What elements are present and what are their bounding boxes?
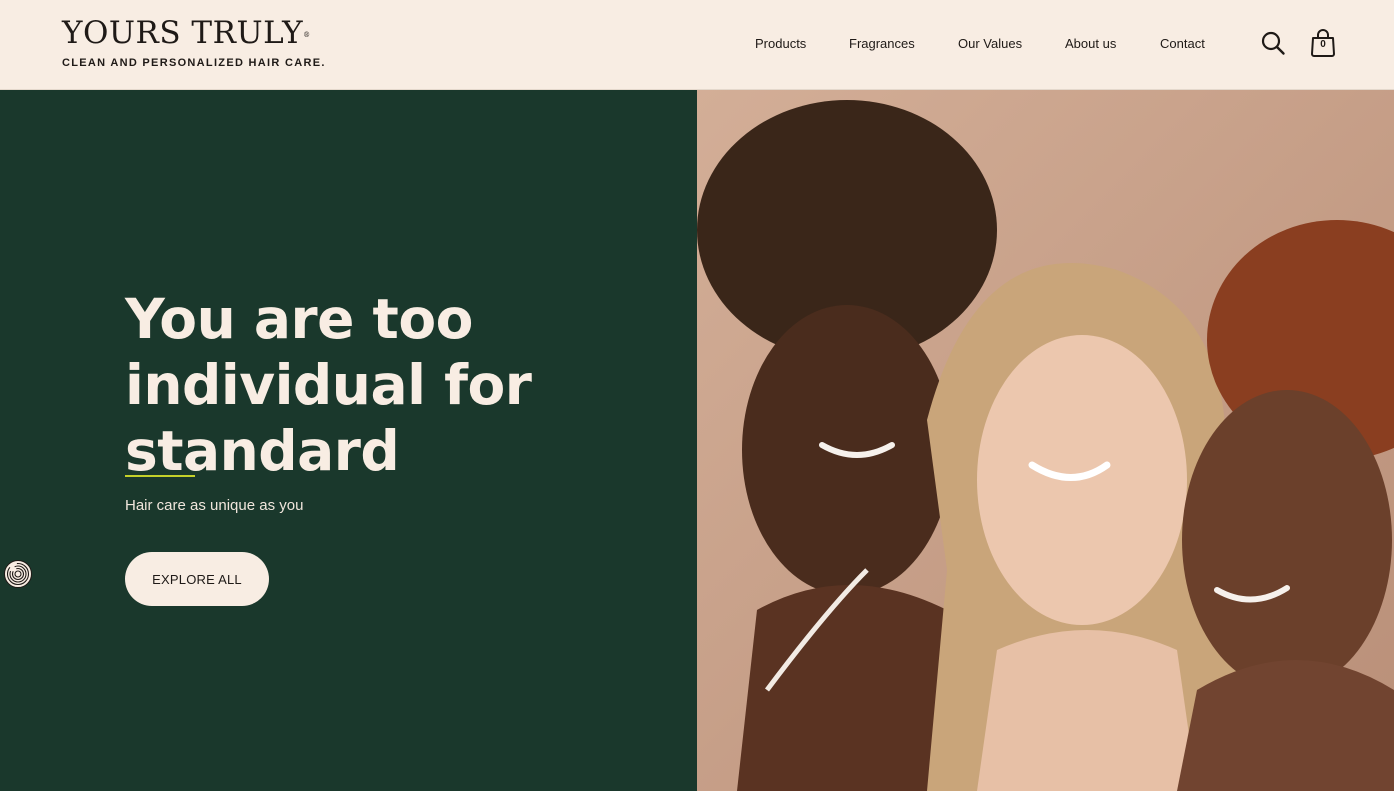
headline-line-3: standard: [125, 419, 400, 483]
main-nav: Products Fragrances Our Values About us …: [0, 36, 1394, 56]
nav-fragrances[interactable]: Fragrances: [849, 36, 915, 51]
nav-about-us[interactable]: About us: [1065, 36, 1116, 51]
hero-subheadline: Hair care as unique as you: [125, 497, 304, 514]
search-icon: [1261, 31, 1285, 55]
hero-headline: You are too individual for standard: [125, 286, 605, 484]
headline-line-1: You are too: [125, 287, 473, 351]
explore-all-button[interactable]: EXPLORE ALL: [125, 552, 269, 606]
nav-products[interactable]: Products: [755, 36, 806, 51]
fingerprint-icon: [6, 562, 30, 586]
logo-tagline: CLEAN AND PERSONALIZED HAIR CARE.: [62, 57, 326, 69]
search-button[interactable]: [1260, 30, 1286, 56]
site-header: YOURS TRULY® CLEAN AND PERSONALIZED HAIR…: [0, 0, 1394, 90]
cart-button[interactable]: 0: [1309, 28, 1337, 58]
headline-accent-underline: [125, 475, 195, 477]
nav-our-values[interactable]: Our Values: [958, 36, 1022, 51]
hero-image: [697, 90, 1394, 791]
nav-contact[interactable]: Contact: [1160, 36, 1205, 51]
privacy-badge[interactable]: [4, 560, 32, 588]
cart-count: 0: [1320, 39, 1326, 50]
headline-line-2: individual for: [125, 353, 532, 417]
hero-photo-women: [697, 90, 1394, 791]
